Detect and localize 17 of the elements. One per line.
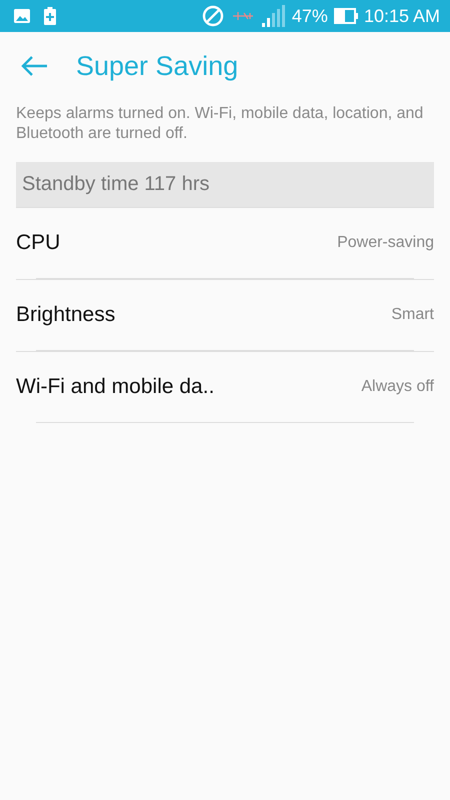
setting-value: Always off xyxy=(361,378,434,396)
clock: 10:15 AM xyxy=(364,6,440,26)
standby-time-banner: Standby time 117 hrs xyxy=(16,162,434,207)
setting-label: Wi-Fi and mobile da.. xyxy=(16,375,214,399)
setting-label: CPU xyxy=(16,231,60,255)
setting-label: Brightness xyxy=(16,303,116,327)
page-title: Super Saving xyxy=(76,50,238,82)
do-not-disturb-icon xyxy=(202,5,224,27)
battery-charging-icon xyxy=(44,7,56,25)
image-icon xyxy=(14,9,30,23)
back-arrow-icon xyxy=(20,55,48,77)
setting-value: Smart xyxy=(391,306,434,324)
battery-icon xyxy=(334,8,358,24)
description-text: Keeps alarms turned on. Wi-Fi, mobile data, location, and Bluetooth are turned off. xyxy=(16,104,424,144)
setting-value: Power-saving xyxy=(337,234,434,252)
signal-icon xyxy=(262,5,286,27)
battery-percent: 47% xyxy=(292,6,328,26)
